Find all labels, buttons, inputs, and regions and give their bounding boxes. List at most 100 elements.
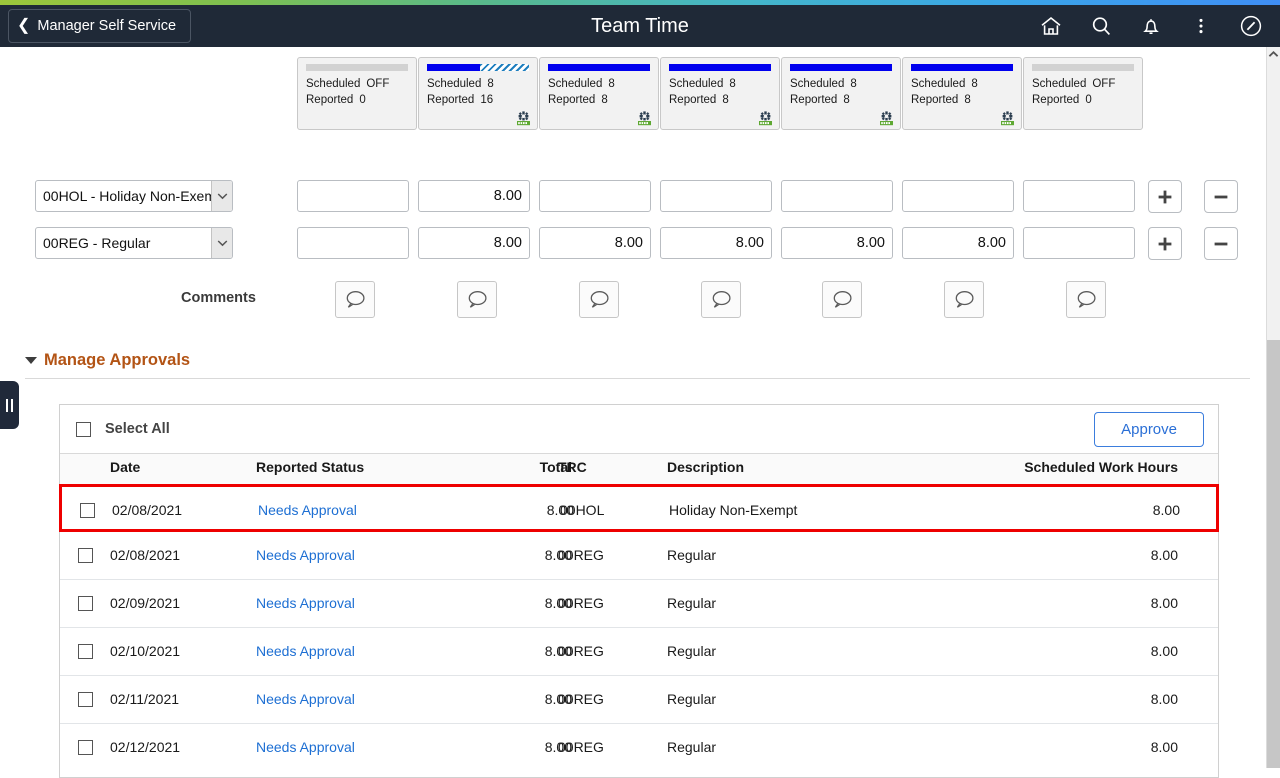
hours-input[interactable]: 8.00 bbox=[660, 227, 772, 259]
cell-scheduled-hours: 8.00 bbox=[1152, 502, 1180, 518]
select-all-checkbox[interactable] bbox=[76, 421, 91, 437]
row-select-checkbox[interactable] bbox=[78, 692, 93, 707]
side-panel-handle[interactable] bbox=[0, 381, 19, 429]
kebab-menu-icon[interactable] bbox=[1178, 5, 1224, 47]
cell-date: 02/09/2021 bbox=[110, 595, 181, 611]
row-select-checkbox[interactable] bbox=[78, 740, 93, 755]
reported-line: Reported 16 bbox=[427, 92, 529, 108]
manage-approvals-section-header[interactable]: Manage Approvals bbox=[25, 351, 1250, 379]
comment-bubble-icon bbox=[955, 291, 974, 308]
column-header: Reported Status bbox=[256, 459, 365, 475]
comment-button[interactable] bbox=[944, 281, 984, 318]
reported-value: 8 bbox=[964, 94, 971, 106]
reported-status-link[interactable]: Needs Approval bbox=[256, 691, 355, 707]
hours-input[interactable]: 8.00 bbox=[539, 227, 651, 259]
row-select-checkbox[interactable] bbox=[78, 596, 93, 611]
cell-description: Regular bbox=[667, 739, 717, 755]
comment-button[interactable] bbox=[701, 281, 741, 318]
reported-label: Reported bbox=[1032, 94, 1080, 106]
table-row[interactable]: 02/12/2021 Needs Approval 8.00 00REG Regular… bbox=[60, 724, 1218, 772]
reported-value: 8 bbox=[843, 94, 850, 106]
table-row[interactable]: 02/08/2021 Needs Approval 8.00 00REG Regular… bbox=[60, 532, 1218, 580]
reported-status-link[interactable]: Needs Approval bbox=[256, 547, 355, 563]
table-row[interactable]: 02/09/2021 Needs Approval 8.00 00REG Regular… bbox=[60, 580, 1218, 628]
reported-line: Reported 8 bbox=[790, 92, 892, 108]
hours-input[interactable]: 8.00 bbox=[902, 227, 1014, 259]
schedule-progress-bar bbox=[1032, 64, 1134, 71]
cell-description: Regular bbox=[667, 691, 717, 707]
hours-input[interactable] bbox=[297, 180, 409, 212]
scroll-up-arrow-icon[interactable] bbox=[1267, 47, 1280, 62]
chevron-down-icon[interactable] bbox=[211, 228, 232, 258]
reported-line: Reported 0 bbox=[306, 92, 408, 108]
schedule-gear-icon bbox=[515, 111, 532, 126]
hours-input[interactable] bbox=[781, 180, 893, 212]
schedule-card[interactable]: Scheduled 8 Reported 8 bbox=[902, 57, 1022, 130]
schedule-progress-bar bbox=[911, 64, 1013, 71]
compass-icon[interactable] bbox=[1228, 5, 1274, 47]
reported-status-link[interactable]: Needs Approval bbox=[258, 502, 357, 518]
scheduled-line: Scheduled OFF bbox=[1032, 76, 1134, 92]
hours-input[interactable]: 8.00 bbox=[781, 227, 893, 259]
hours-input[interactable] bbox=[539, 180, 651, 212]
add-row-button[interactable] bbox=[1148, 180, 1182, 213]
scheduled-value: 8 bbox=[487, 78, 494, 90]
comment-button[interactable] bbox=[579, 281, 619, 318]
schedule-card[interactable]: Scheduled 8 Reported 8 bbox=[539, 57, 659, 130]
hours-input[interactable] bbox=[1023, 180, 1135, 212]
trc-select-row-2[interactable]: 00REG - Regular bbox=[35, 227, 233, 259]
comment-button[interactable] bbox=[822, 281, 862, 318]
row-select-checkbox[interactable] bbox=[80, 503, 95, 518]
reported-label: Reported bbox=[548, 94, 596, 106]
reported-value: 8 bbox=[601, 94, 608, 106]
scheduled-value: 8 bbox=[608, 78, 615, 90]
back-to-manager-self-service-button[interactable]: ❮ Manager Self Service bbox=[8, 9, 192, 43]
row-select-checkbox[interactable] bbox=[78, 548, 93, 563]
cell-scheduled-hours: 8.00 bbox=[1150, 691, 1178, 707]
column-header: Scheduled Work Hours bbox=[1024, 459, 1178, 475]
hours-input[interactable] bbox=[660, 180, 772, 212]
home-icon[interactable] bbox=[1028, 5, 1074, 47]
schedule-card[interactable]: Scheduled OFF Reported 0 bbox=[297, 57, 417, 130]
remove-row-button[interactable] bbox=[1204, 180, 1238, 213]
add-row-button[interactable] bbox=[1148, 227, 1182, 260]
comment-button[interactable] bbox=[335, 281, 375, 318]
page-scrollbar[interactable] bbox=[1266, 47, 1280, 768]
hours-input[interactable] bbox=[1023, 227, 1135, 259]
chevron-down-icon[interactable] bbox=[211, 181, 232, 211]
column-header: Date bbox=[110, 459, 141, 475]
schedule-card[interactable]: Scheduled 8 Reported 8 bbox=[660, 57, 780, 130]
hours-input[interactable] bbox=[297, 227, 409, 259]
scrollbar-thumb[interactable] bbox=[1267, 340, 1280, 768]
schedule-card[interactable]: Scheduled OFF Reported 0 bbox=[1023, 57, 1143, 130]
cell-trc: 00HOL bbox=[560, 502, 605, 518]
cell-date: 02/10/2021 bbox=[110, 643, 181, 659]
table-row[interactable]: 02/08/2021 Needs Approval 8.00 00HOL Holiday… bbox=[59, 484, 1219, 532]
reported-status-link[interactable]: Needs Approval bbox=[256, 595, 355, 611]
row-select-checkbox[interactable] bbox=[78, 644, 93, 659]
scheduled-label: Scheduled bbox=[790, 78, 845, 90]
bell-icon[interactable] bbox=[1128, 5, 1174, 47]
table-row[interactable]: 02/10/2021 Needs Approval 8.00 00REG Regular… bbox=[60, 628, 1218, 676]
schedule-card[interactable]: Scheduled 8 Reported 8 bbox=[781, 57, 901, 130]
cell-scheduled-hours: 8.00 bbox=[1150, 547, 1178, 563]
remove-row-button[interactable] bbox=[1204, 227, 1238, 260]
search-icon[interactable] bbox=[1078, 5, 1124, 47]
hours-input[interactable]: 8.00 bbox=[418, 180, 530, 212]
hours-input[interactable]: 8.00 bbox=[418, 227, 530, 259]
table-row[interactable]: 02/11/2021 Needs Approval 8.00 00REG Regular… bbox=[60, 676, 1218, 724]
comment-button[interactable] bbox=[457, 281, 497, 318]
comment-bubble-icon bbox=[1077, 291, 1096, 308]
scheduled-value: OFF bbox=[1092, 78, 1116, 90]
reported-label: Reported bbox=[427, 94, 475, 106]
reported-label: Reported bbox=[911, 94, 959, 106]
reported-line: Reported 8 bbox=[548, 92, 650, 108]
reported-status-link[interactable]: Needs Approval bbox=[256, 739, 355, 755]
trc-select-row-1[interactable]: 00HOL - Holiday Non-Exempt bbox=[35, 180, 233, 212]
comment-button[interactable] bbox=[1066, 281, 1106, 318]
reported-status-link[interactable]: Needs Approval bbox=[256, 643, 355, 659]
reported-label: Reported bbox=[669, 94, 717, 106]
hours-input[interactable] bbox=[902, 180, 1014, 212]
schedule-card[interactable]: Scheduled 8 Reported 16 bbox=[418, 57, 538, 130]
approve-button[interactable]: Approve bbox=[1094, 411, 1204, 447]
